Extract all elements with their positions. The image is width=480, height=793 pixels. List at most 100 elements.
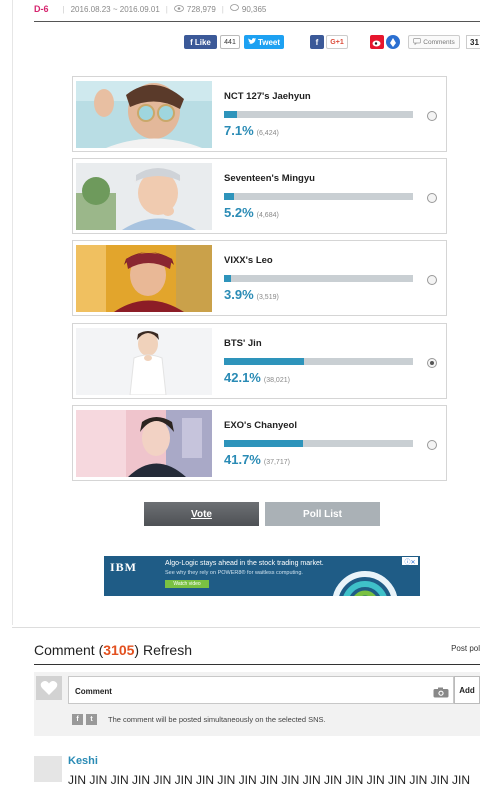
poll-item: NCT 127's Jaehyun 7.1% (6,424) — [72, 76, 447, 152]
percent-value: 7.1% — [224, 123, 254, 138]
ad-subtext: See why they rely on POWER8® for waitles… — [165, 570, 303, 576]
poll-item: VIXX's Leo 3.9% (3,519) — [72, 240, 447, 316]
vote-bar-fill — [224, 111, 238, 118]
speech-bubble-icon — [413, 37, 422, 47]
ad-cta-button[interactable]: Watch video — [165, 580, 209, 588]
refresh-link[interactable]: Refresh — [143, 642, 192, 658]
camera-icon[interactable] — [433, 685, 449, 698]
percent-value: 41.7% — [224, 452, 261, 467]
facebook-like-button[interactable]: f Like — [184, 35, 217, 49]
candidate-name: VIXX's Leo — [224, 255, 273, 266]
comments-button[interactable]: Comments — [408, 35, 460, 49]
vote-bar-track — [224, 111, 413, 118]
vote-radio[interactable] — [427, 440, 437, 450]
share-bar: f Like 441 Tweet f G+1 Comments 31 — [184, 35, 480, 51]
vote-count: (38,021) — [263, 377, 290, 384]
vote-bar-track — [224, 193, 413, 200]
vote-count: (4,684) — [256, 212, 279, 219]
vote-percent: 5.2% (4,684) — [224, 205, 279, 220]
comment-header: Comment (3105) Refresh — [34, 642, 192, 658]
like-label: Like — [194, 37, 211, 47]
candidate-name: NCT 127's Jaehyun — [224, 91, 311, 102]
vote-count: (6,424) — [256, 130, 279, 137]
ad-headline: Algo-Logic stays ahead in the stock trad… — [165, 560, 324, 567]
pin-share-icon[interactable] — [386, 35, 400, 49]
percent-value: 3.9% — [224, 287, 254, 302]
vote-percent: 3.9% (3,519) — [224, 287, 279, 302]
divider: | — [62, 4, 65, 14]
candidate-photo — [76, 328, 212, 395]
comment-author[interactable]: Keshi — [68, 755, 98, 767]
comment-divider — [34, 664, 480, 665]
twitter-toggle-icon[interactable]: t — [86, 714, 97, 725]
vote-bar-track — [224, 358, 413, 365]
eye-icon — [173, 4, 184, 14]
add-comment-button[interactable]: Add — [454, 676, 480, 704]
avatar — [34, 756, 62, 782]
vote-bar-fill — [224, 440, 303, 447]
vote-bar-fill — [224, 275, 232, 282]
vote-percent: 7.1% (6,424) — [224, 123, 279, 138]
vote-radio[interactable] — [427, 358, 437, 368]
vote-bar-fill — [224, 193, 234, 200]
weibo-icon[interactable] — [370, 35, 384, 49]
comment-form: Comment Add f t The comment will be post… — [34, 672, 480, 736]
candidate-name: Seventeen's Mingyu — [224, 173, 315, 184]
vote-bar-track — [224, 275, 413, 282]
comments-label: Comments — [423, 38, 455, 46]
sns-note: The comment will be posted simultaneousl… — [108, 715, 326, 724]
candidate-photo — [76, 163, 212, 230]
comment-count: 90,365 — [241, 4, 267, 14]
like-count: 441 — [220, 35, 240, 49]
vote-button[interactable]: Vote — [144, 502, 259, 526]
vote-radio[interactable] — [427, 275, 437, 285]
left-border — [12, 0, 13, 625]
facebook-toggle-icon[interactable]: f — [72, 714, 83, 725]
vote-count: (3,519) — [256, 294, 279, 301]
candidate-photo — [76, 81, 212, 148]
twitter-icon — [247, 37, 256, 47]
ad-close-icon[interactable]: ⓘ✕ — [402, 557, 418, 566]
speech-bubble-icon — [229, 4, 239, 14]
poll-item: Seventeen's Mingyu 5.2% (4,684) — [72, 158, 447, 234]
divider: | — [165, 4, 168, 14]
comment-total: 3105 — [103, 642, 135, 658]
comment-input[interactable]: Comment — [68, 676, 454, 704]
google-plus-button[interactable]: G+1 — [326, 35, 348, 49]
candidate-photo — [76, 245, 212, 312]
comment-input-label: Comment — [75, 687, 112, 696]
candidate-photo — [76, 410, 212, 477]
vote-bar-track — [224, 440, 413, 447]
ad-brand-logo: IBM — [110, 560, 137, 574]
view-count: 728,979 — [186, 4, 216, 14]
comment-text: JIN JIN JIN JIN JIN JIN JIN JIN JIN JIN … — [68, 773, 471, 787]
candidate-name: BTS' Jin — [224, 338, 262, 349]
candidate-name: EXO's Chanyeol — [224, 420, 298, 431]
post-policy-link[interactable]: Post pol — [451, 644, 480, 653]
vote-radio[interactable] — [427, 193, 437, 203]
header-divider — [34, 21, 480, 22]
poll-stats: D-6 | 2016.08.23 ~ 2016.09.01 | 728,979 … — [34, 2, 266, 16]
vote-percent: 41.7% (37,717) — [224, 452, 290, 467]
dday-badge: D-6 — [34, 4, 49, 14]
divider: | — [221, 4, 224, 14]
comments-count-badge: 31 — [466, 35, 480, 49]
ad-banner[interactable]: IBM Algo-Logic stays ahead in the stock … — [104, 556, 420, 596]
comment-title: Comment — [34, 642, 95, 658]
facebook-icon: f — [190, 37, 193, 47]
vote-count: (37,717) — [263, 459, 290, 466]
vote-radio[interactable] — [427, 111, 437, 121]
section-divider — [12, 627, 480, 628]
tweet-label: Tweet — [257, 37, 281, 47]
tweet-button[interactable]: Tweet — [244, 35, 284, 49]
vote-bar-fill — [224, 358, 304, 365]
poll-item: BTS' Jin 42.1% (38,021) — [72, 323, 447, 399]
poll-period: 2016.08.23 ~ 2016.09.01 — [70, 4, 160, 14]
poll-list-button[interactable]: Poll List — [265, 502, 380, 526]
facebook-share-icon[interactable]: f — [310, 35, 324, 49]
heart-icon — [36, 676, 62, 700]
poll-item: EXO's Chanyeol 41.7% (37,717) — [72, 405, 447, 481]
percent-value: 5.2% — [224, 205, 254, 220]
ad-graphic — [332, 571, 398, 596]
percent-value: 42.1% — [224, 370, 261, 385]
